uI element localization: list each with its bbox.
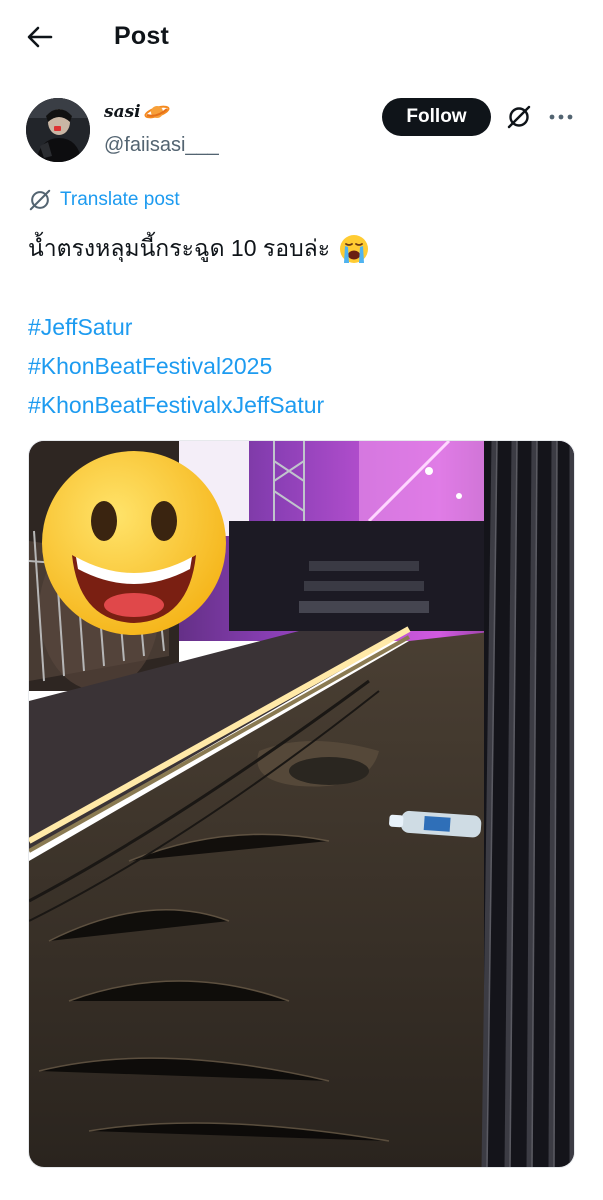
- translate-post-link[interactable]: Translate post: [28, 188, 180, 212]
- follow-button[interactable]: Follow: [382, 98, 491, 136]
- page-title: Post: [114, 22, 169, 50]
- photo-image: [29, 441, 574, 1167]
- more-dots-icon: [549, 114, 573, 120]
- grok-button[interactable]: [504, 102, 534, 132]
- hashtag-link[interactable]: #JeffSatur: [28, 308, 324, 347]
- post-photo[interactable]: [28, 440, 575, 1168]
- grok-translate-icon: [29, 189, 51, 211]
- hashtag-link[interactable]: #KhonBeatFestivalxJeffSatur: [28, 386, 324, 425]
- hashtag-link[interactable]: #KhonBeatFestival2025: [28, 347, 324, 386]
- planet-emoji-icon: [144, 105, 170, 119]
- back-arrow-icon: [27, 26, 53, 48]
- post-page: Post sasi @faiisasi___ Follow Translate …: [0, 0, 603, 1200]
- user-handle[interactable]: @faiisasi___: [104, 134, 219, 157]
- grok-icon: [507, 105, 531, 129]
- top-bar: Post: [0, 0, 603, 74]
- hashtag-list: #JeffSatur #KhonBeatFestival2025 #KhonBe…: [28, 308, 324, 425]
- translate-label[interactable]: Translate post: [60, 189, 180, 211]
- display-name-row[interactable]: sasi: [104, 102, 170, 122]
- avatar-image: [26, 98, 90, 162]
- post-text-body: น้ำตรงหลุมนี้กระฉูด 10 รอบล่ะ: [28, 235, 331, 261]
- loudly-crying-face-icon: [340, 235, 369, 263]
- back-button[interactable]: [22, 22, 58, 52]
- post-text: น้ำตรงหลุมนี้กระฉูด 10 รอบล่ะ: [28, 231, 370, 267]
- more-options-button[interactable]: [546, 104, 576, 130]
- display-name[interactable]: sasi: [104, 102, 141, 122]
- avatar[interactable]: [26, 98, 90, 162]
